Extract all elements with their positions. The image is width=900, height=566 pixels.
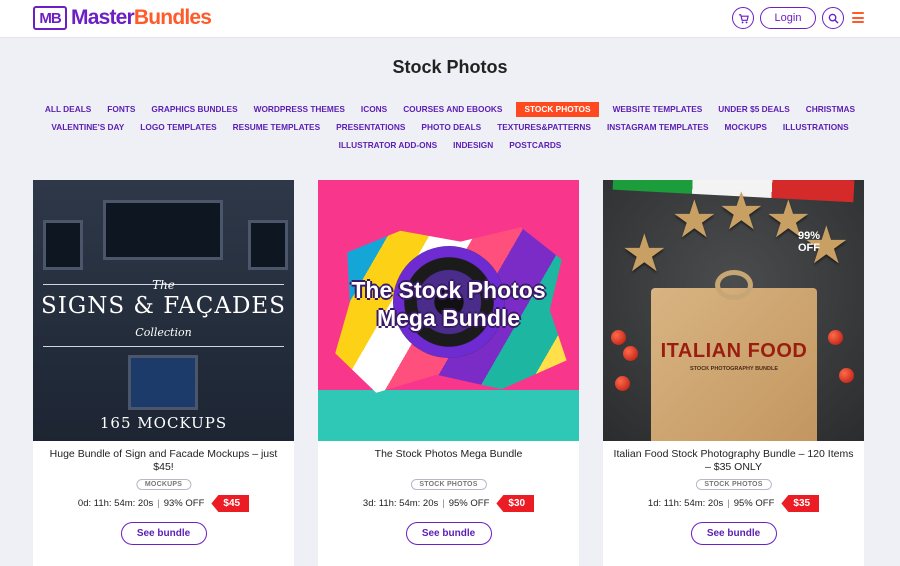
category-postcards[interactable]: POSTCARDS (501, 138, 569, 153)
separator: | (727, 498, 730, 509)
divider (43, 346, 284, 347)
image-caption-line: Mega Bundle (376, 305, 521, 331)
logo[interactable]: MB MasterBundles (33, 6, 212, 30)
discount-badge-value: 99% (797, 230, 821, 242)
page-title: Stock Photos (392, 57, 508, 77)
logo-text: MasterBundles (71, 6, 212, 30)
storefront-window (248, 220, 288, 270)
price-tag: $30 (496, 495, 535, 512)
menu-line (852, 12, 864, 14)
deal-meta: 3d: 11h: 54m: 20s | 95% OFF $30 (318, 495, 579, 512)
deal-card: The SIGNS & FAÇADES Collection 165 MOCKU… (33, 180, 294, 566)
discount-text: 95% OFF (448, 498, 490, 509)
deal-thumbnail[interactable]: The Stock Photos Mega Bundle (318, 180, 579, 441)
countdown-timer: 0d: 11h: 54m: 20s (77, 498, 154, 509)
storefront-window (103, 200, 223, 260)
image-caption: Collection (135, 326, 192, 339)
price-tag: $45 (211, 495, 250, 512)
search-button[interactable] (822, 7, 844, 29)
category-textures-patterns[interactable]: TEXTURES&PATTERNS (489, 120, 599, 135)
see-bundle-button[interactable]: See bundle (690, 522, 777, 545)
star-icon: ★ (621, 225, 668, 283)
deal-title[interactable]: The Stock Photos Mega Bundle (326, 448, 571, 461)
deal-card: ★ ★ ★ ★ ★ 99% OFF ITALIAN FOOD STOCK PHO… (603, 180, 864, 566)
site-header: MB MasterBundles Login (0, 0, 900, 38)
category-courses-ebooks[interactable]: COURSES AND EBOOKS (395, 102, 510, 117)
deal-title[interactable]: Huge Bundle of Sign and Facade Mockups –… (41, 448, 286, 474)
star-icon: ★ (718, 183, 765, 241)
deal-card: The Stock Photos Mega Bundle The Stock P… (318, 180, 579, 566)
category-tag[interactable]: STOCK PHOTOS (410, 479, 487, 490)
logo-text-bundles: Bundles (133, 6, 212, 29)
image-caption: STOCK PHOTOGRAPHY BUNDLE (689, 366, 778, 372)
logo-text-master: Master (71, 6, 135, 29)
deal-thumbnail[interactable]: The SIGNS & FAÇADES Collection 165 MOCKU… (33, 180, 294, 441)
discount-text: 93% OFF (163, 498, 205, 509)
image-band (318, 390, 579, 441)
image-caption: 165 MOCKUPS (99, 414, 228, 432)
search-icon (828, 13, 839, 24)
category-icons[interactable]: ICONS (353, 102, 395, 117)
category-nav: ALL DEALS FONTS GRAPHICS BUNDLES WORDPRE… (20, 102, 880, 153)
category-all-deals[interactable]: ALL DEALS (37, 102, 99, 117)
separator: | (157, 498, 160, 509)
tomato (615, 376, 630, 391)
discount-badge: 99% OFF (789, 230, 829, 254)
tomato (623, 346, 638, 361)
category-instagram-templates[interactable]: INSTAGRAM TEMPLATES (599, 120, 717, 135)
login-button[interactable]: Login (760, 7, 816, 29)
category-mockups[interactable]: MOCKUPS (717, 120, 775, 135)
image-caption: ITALIAN FOOD (660, 340, 808, 362)
tomato (839, 368, 854, 383)
category-tag[interactable]: MOCKUPS (135, 479, 192, 490)
cart-button[interactable] (732, 7, 754, 29)
tomato (611, 330, 626, 345)
countdown-timer: 3d: 11h: 54m: 20s (362, 498, 439, 509)
hamburger-menu-icon[interactable] (852, 12, 864, 23)
storefront-door (128, 355, 198, 410)
see-bundle-button[interactable]: See bundle (405, 522, 492, 545)
image-caption: SIGNS & FAÇADES (41, 293, 286, 319)
category-tag[interactable]: STOCK PHOTOS (695, 479, 772, 490)
menu-line (852, 21, 864, 23)
price-tag: $35 (781, 495, 820, 512)
category-stock-photos-active[interactable]: STOCK PHOTOS (516, 102, 599, 117)
deal-thumbnail[interactable]: ★ ★ ★ ★ ★ 99% OFF ITALIAN FOOD STOCK PHO… (603, 180, 864, 441)
category-illustrator-add-ons[interactable]: ILLUSTRATOR ADD-ONS (331, 138, 445, 153)
menu-line (852, 16, 864, 19)
deal-meta: 0d: 11h: 54m: 20s | 93% OFF $45 (33, 495, 294, 512)
image-caption: The Stock Photos Mega Bundle (318, 276, 579, 332)
category-wordpress-themes[interactable]: WORDPRESS THEMES (246, 102, 353, 117)
deal-meta: 1d: 11h: 54m: 20s | 95% OFF $35 (603, 495, 864, 512)
category-presentations[interactable]: PRESENTATIONS (328, 120, 413, 135)
cart-icon (738, 13, 749, 23)
category-photo-deals[interactable]: PHOTO DEALS (413, 120, 489, 135)
countdown-timer: 1d: 11h: 54m: 20s (647, 498, 724, 509)
storefront-window (43, 220, 83, 270)
category-christmas[interactable]: CHRISTMAS (798, 102, 863, 117)
cutting-board (651, 288, 817, 441)
discount-badge-label: OFF (798, 242, 820, 254)
star-icon: ★ (671, 191, 718, 249)
category-under-5-deals[interactable]: UNDER $5 DEALS (710, 102, 797, 117)
separator: | (442, 498, 445, 509)
category-website-templates[interactable]: WEBSITE TEMPLATES (605, 102, 711, 117)
discount-text: 95% OFF (733, 498, 775, 509)
category-illustrations[interactable]: ILLUSTRATIONS (775, 120, 857, 135)
category-valentines-day[interactable]: VALENTINE'S DAY (43, 120, 132, 135)
image-caption: The (152, 278, 175, 292)
deal-title[interactable]: Italian Food Stock Photography Bundle – … (611, 448, 856, 474)
rope (715, 270, 753, 300)
tomato (828, 330, 843, 345)
category-indesign[interactable]: INDESIGN (445, 138, 501, 153)
category-graphics-bundles[interactable]: GRAPHICS BUNDLES (143, 102, 245, 117)
category-fonts[interactable]: FONTS (99, 102, 143, 117)
category-resume-templates[interactable]: RESUME TEMPLATES (225, 120, 328, 135)
see-bundle-button[interactable]: See bundle (120, 522, 207, 545)
category-logo-templates[interactable]: LOGO TEMPLATES (132, 120, 224, 135)
logo-mark: MB (33, 6, 67, 30)
image-caption-line: The Stock Photos (351, 277, 546, 303)
